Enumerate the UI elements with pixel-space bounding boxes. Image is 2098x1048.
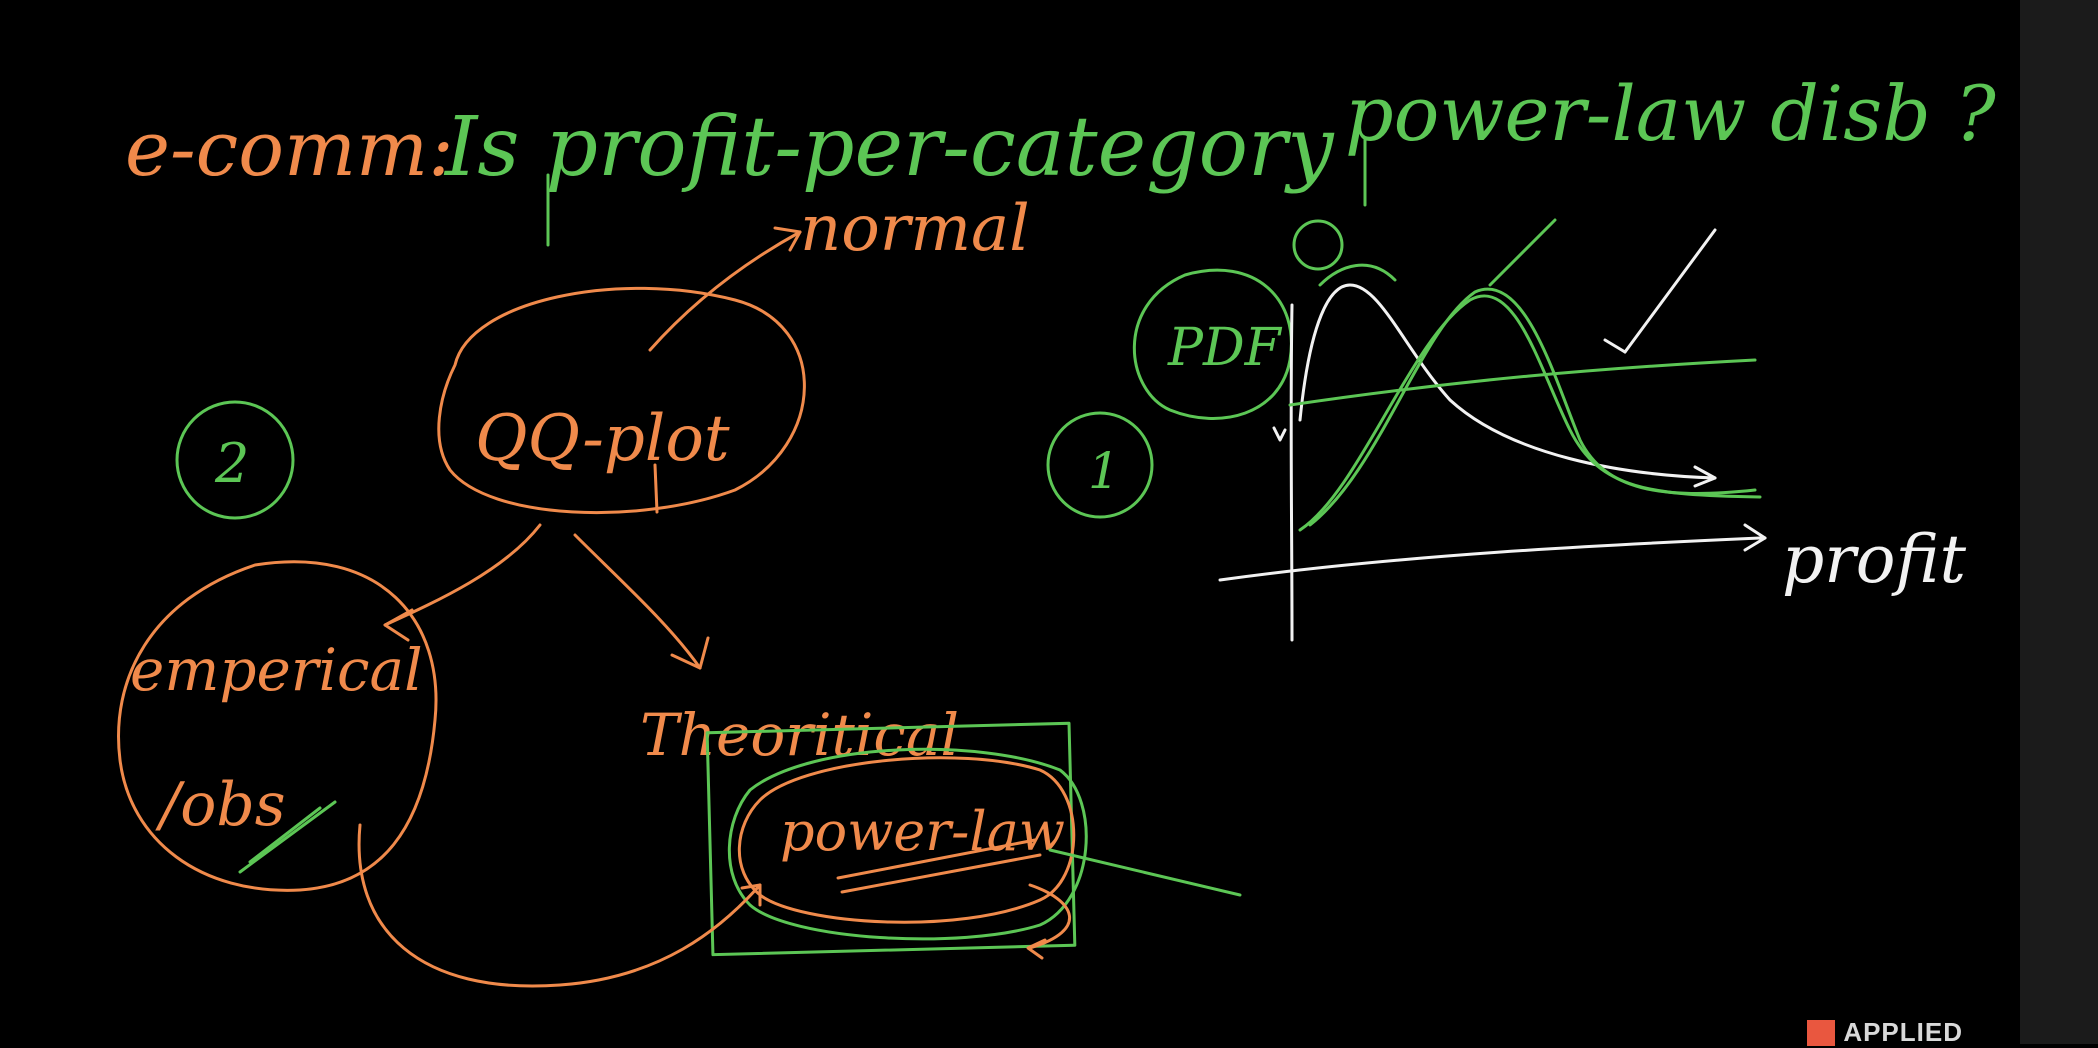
- power-law-label: power-law: [780, 800, 1065, 863]
- qq-plot-label: QQ-plot: [475, 402, 730, 476]
- obs-label: /obs: [155, 770, 286, 840]
- qq-plot-bubble: [437, 286, 806, 515]
- tick-mark-short: [1603, 338, 1627, 354]
- green-peak-stroke: [1318, 263, 1397, 287]
- step-two-label: 2: [214, 432, 249, 495]
- step-one-label: 1: [1088, 442, 1120, 500]
- whiteboard-drawing: e-comm: Is profit-per-category power-law…: [117, 69, 1997, 988]
- title-suffix: power-law disb ?: [1345, 69, 1997, 158]
- power-law-loop-stroke: [1028, 883, 1071, 950]
- qq-plot-tail-stroke: [653, 463, 659, 514]
- title-question: Is profit-per-category: [443, 100, 1335, 195]
- green-flat-line: [1288, 358, 1757, 407]
- pdf-peak-scribble: [1292, 219, 1344, 271]
- pdf-y-axis: [1289, 303, 1294, 642]
- right-edge-panel: [2020, 0, 2098, 1044]
- empirical-label: emperical: [130, 636, 423, 704]
- power-law-loop-head: [1026, 938, 1047, 960]
- green-pointer-stroke: [1048, 848, 1242, 897]
- tick-mark-long: [1623, 228, 1717, 354]
- title-prefix: e-comm:: [125, 104, 454, 193]
- mouse-cursor-icon: [1272, 426, 1287, 442]
- profit-axis-label: profit: [1782, 521, 1967, 598]
- normal-label: normal: [800, 192, 1030, 266]
- applied-logo-text: APPLIED: [1843, 1017, 1963, 1047]
- arrow-empirical-to-power-law: [357, 823, 762, 988]
- applied-logo-icon: [1807, 1019, 1836, 1046]
- whiteboard-canvas: e-comm: Is profit-per-category power-law…: [0, 0, 2098, 1044]
- applied-logo: APPLIED: [1807, 1017, 1963, 1048]
- green-normal-curve-2: [1308, 287, 1757, 527]
- pdf-label: PDF: [1167, 318, 1283, 378]
- pdf-x-axis: [1218, 536, 1767, 582]
- green-tangent-stroke: [1488, 218, 1557, 287]
- green-normal-curve-1: [1298, 294, 1762, 532]
- arrow-qq-to-theoretical: [573, 533, 702, 670]
